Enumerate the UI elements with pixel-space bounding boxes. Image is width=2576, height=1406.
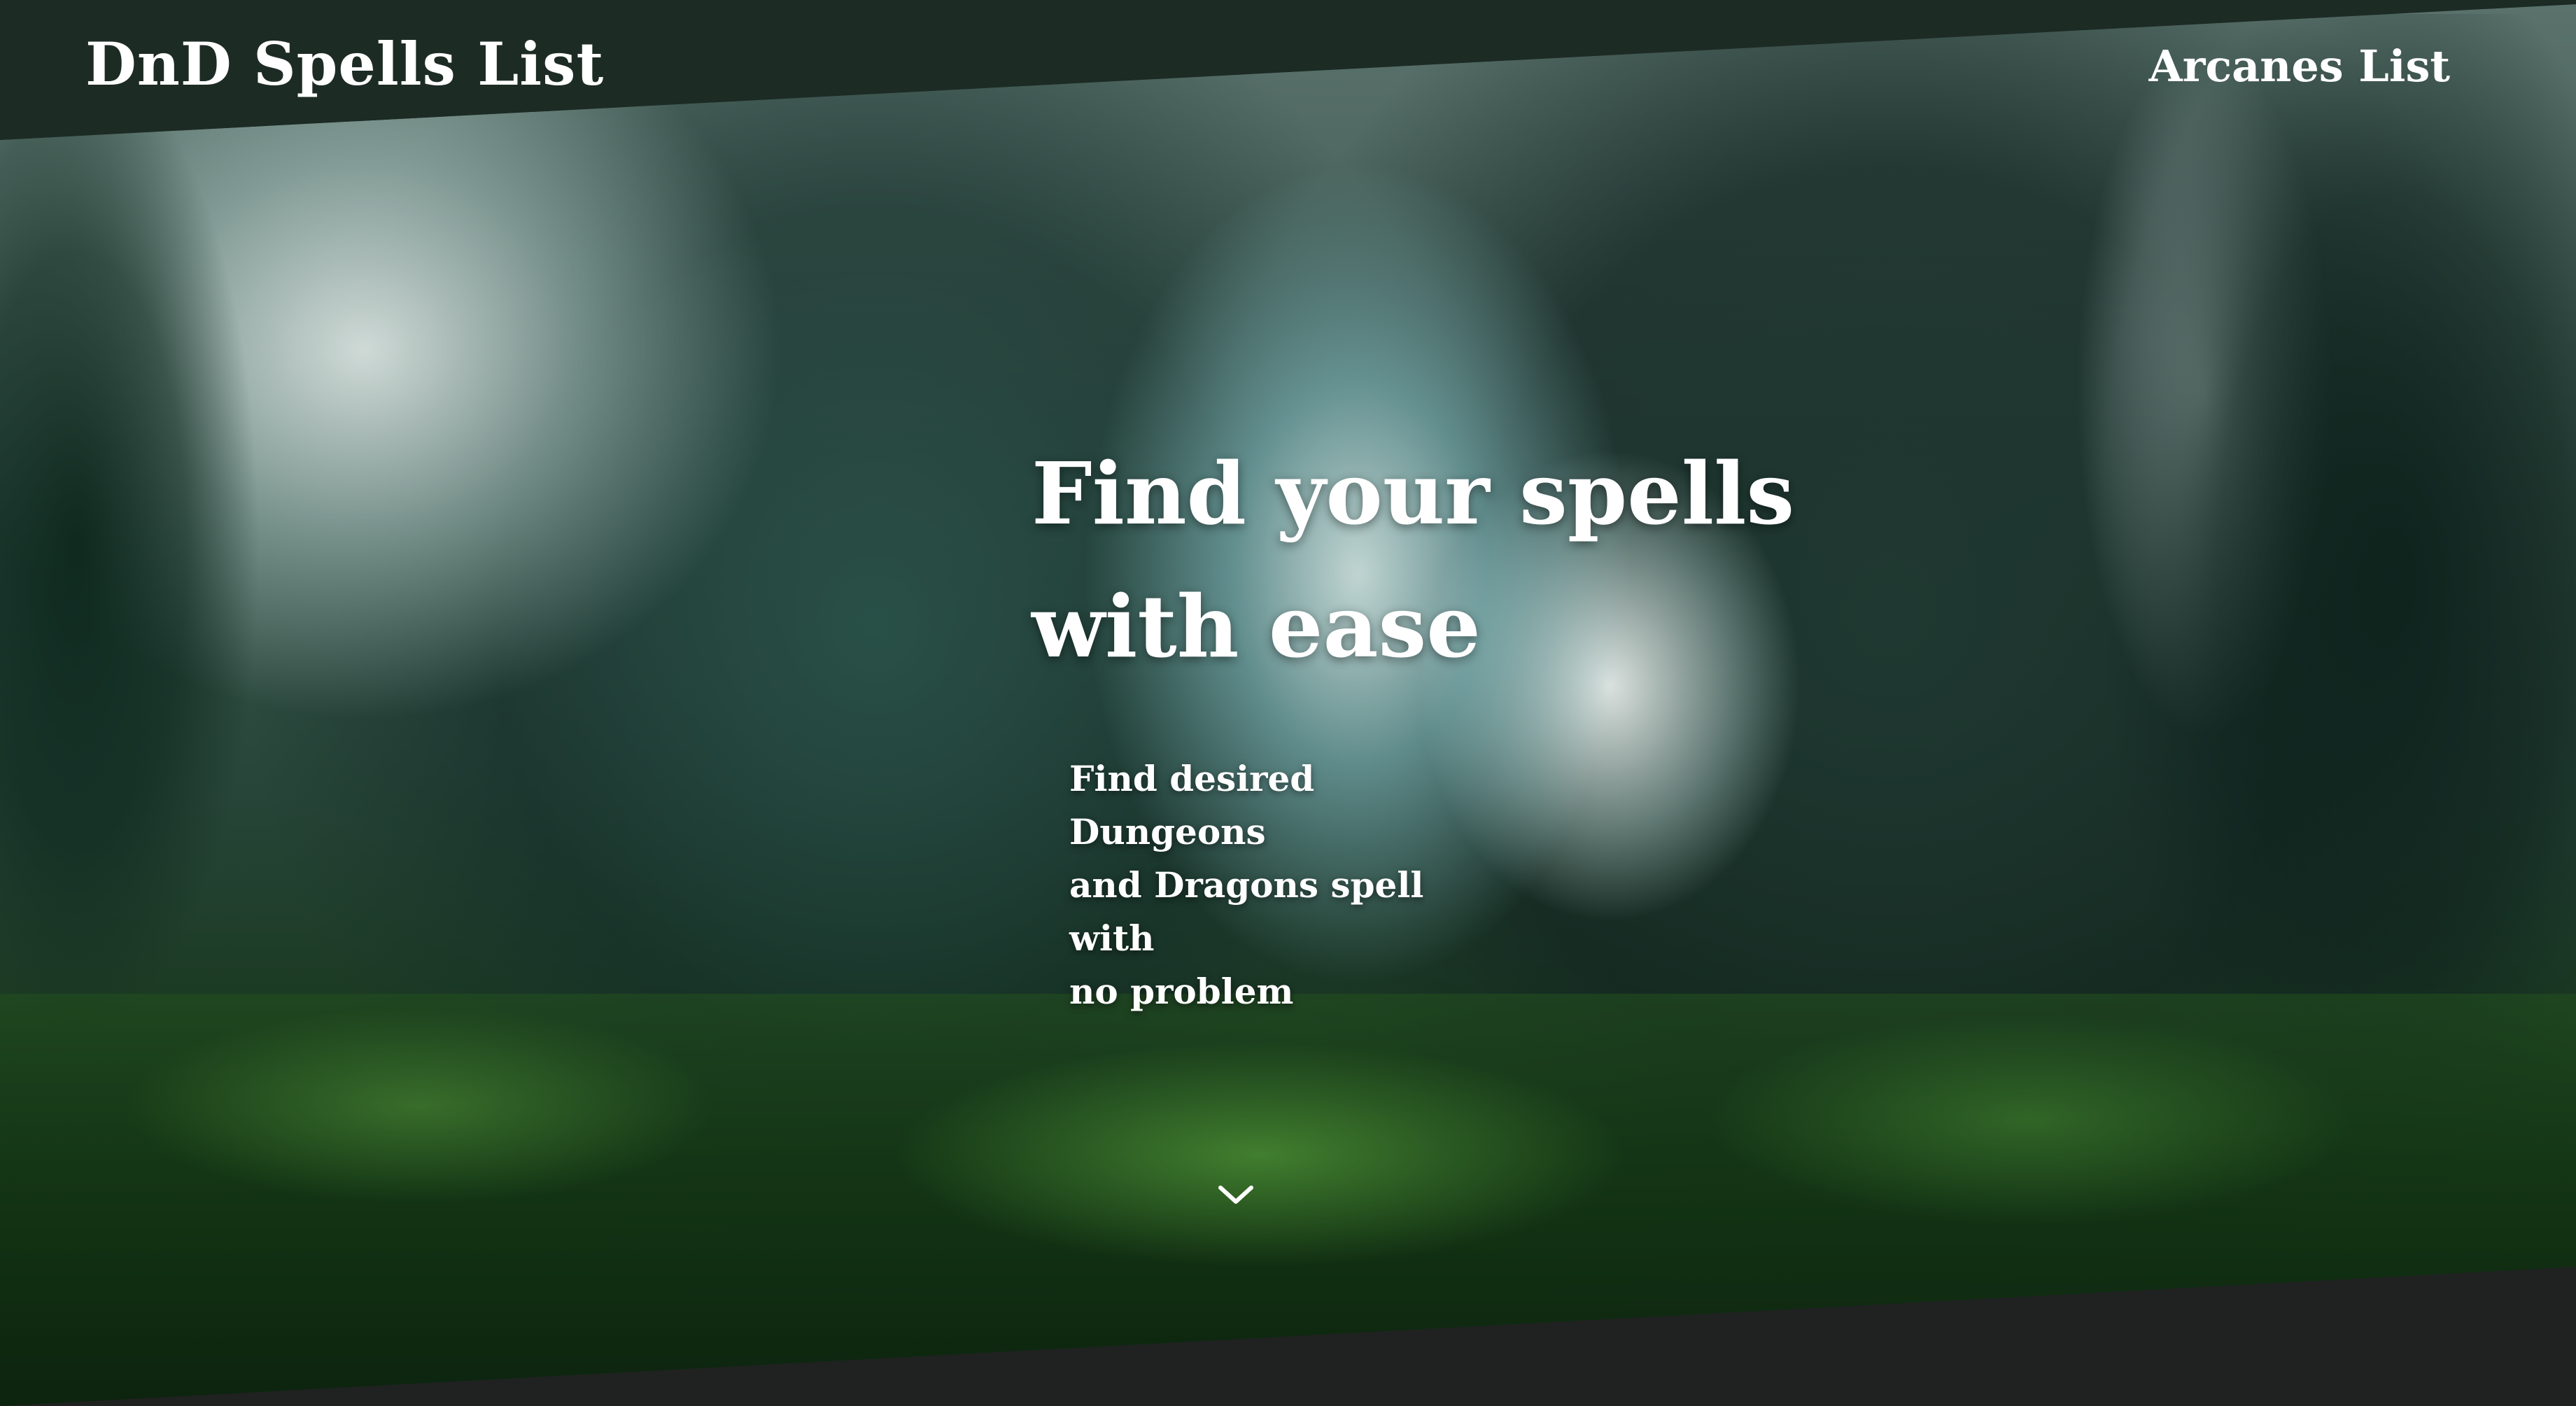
nav-link-arcanes-list[interactable]: Arcanes List: [2149, 41, 2450, 92]
hero-subtitle-line-3: no problem: [1069, 971, 1294, 1012]
chevron-down-icon: [1218, 1186, 1253, 1204]
hero-subtitle-line-1: Find desired Dungeons: [1069, 758, 1315, 852]
hero-subtitle: Find desired Dungeons and Dragons spell …: [1069, 752, 1503, 1018]
landing-page: DnD Spells List Arcanes List Find your s…: [0, 0, 2576, 1406]
hero-title-line-1: Find your spells: [1032, 443, 1795, 544]
hero-subtitle-line-2: and Dragons spell with: [1069, 864, 1424, 959]
hero-title-line-2: with ease: [1032, 576, 1481, 677]
hero-title: Find your spells with ease: [1032, 427, 1836, 693]
forest-foliage: [0, 994, 2576, 1406]
scroll-down-button[interactable]: [1216, 1181, 1255, 1209]
forest-trees-left: [0, 126, 294, 1036]
site-logo[interactable]: DnD Spells List: [85, 29, 604, 99]
